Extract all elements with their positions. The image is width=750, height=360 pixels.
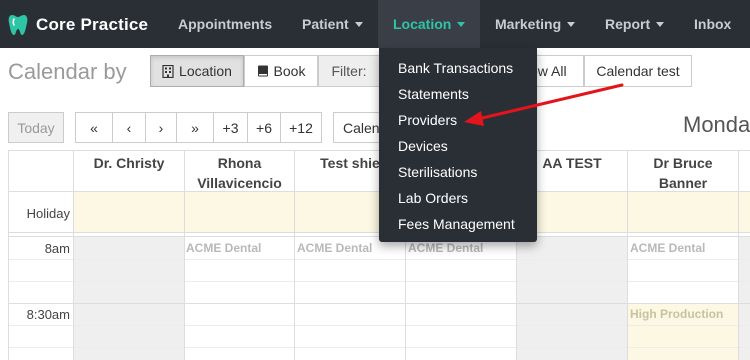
caret-down-icon (457, 21, 466, 27)
menu-item-statements[interactable]: Statements (379, 81, 537, 107)
caret-down-icon (567, 21, 576, 27)
day-title: Monda (683, 112, 750, 137)
menu-item-fees-management[interactable]: Fees Management (379, 211, 537, 237)
next-day-button[interactable]: › (145, 112, 177, 143)
menu-item-devices[interactable]: Devices (379, 133, 537, 159)
unavailable-column (738, 237, 750, 360)
page-title: Calendar by (8, 59, 127, 84)
appointment-block[interactable]: ACME Dental (186, 241, 261, 255)
appointment-block[interactable]: ACME Dental (630, 241, 705, 255)
caret-down-icon (354, 21, 363, 27)
nav-patient[interactable]: Patient (302, 0, 363, 48)
building-icon (162, 64, 174, 78)
location-view-button[interactable]: Location (150, 55, 244, 87)
calendar-test-button[interactable]: Calendar test (584, 55, 692, 87)
today-button[interactable]: Today (8, 112, 64, 143)
menu-item-lab-orders[interactable]: Lab Orders (379, 185, 537, 211)
plus-3-button[interactable]: +3 (213, 112, 248, 143)
caret-down-icon (656, 21, 665, 27)
plus-12-button[interactable]: +12 (280, 112, 322, 143)
nav-location[interactable]: Location (378, 0, 480, 48)
nav-report[interactable]: Report (605, 0, 665, 48)
filter-label: Filter: (318, 55, 380, 87)
location-dropdown-menu: Bank Transactions Statements Providers D… (379, 48, 537, 242)
plus-6-button[interactable]: +6 (247, 112, 281, 143)
brand[interactable]: Core Practice (8, 12, 148, 38)
column-header-dr-christy: Dr. Christy (93, 155, 165, 171)
production-label: High Production (630, 307, 724, 321)
nav-inbox[interactable]: Inbox (694, 0, 731, 48)
book-view-button[interactable]: Book (244, 55, 318, 87)
next-week-button[interactable]: » (176, 112, 214, 143)
top-navbar: Core Practice Appointments Patient Locat… (0, 0, 750, 48)
nav-marketing[interactable]: Marketing (495, 0, 576, 48)
column-header-rhona: Rhona Villavicencio (197, 155, 282, 191)
tooth-logo-icon (8, 15, 28, 35)
time-label-8am: 8am (44, 241, 70, 256)
column-header-dr-bruce-banner: Dr Bruce Banner (653, 155, 713, 191)
time-label-830am: 8:30am (26, 307, 70, 322)
appointment-block[interactable]: ACME Dental (408, 241, 483, 255)
holiday-label: Holiday (26, 206, 70, 221)
menu-item-bank-transactions[interactable]: Bank Transactions (379, 55, 537, 81)
prev-week-button[interactable]: « (75, 112, 113, 143)
book-icon (257, 65, 268, 76)
brand-name: Core Practice (36, 15, 149, 34)
unavailable-column (74, 237, 184, 360)
appointment-block[interactable]: ACME Dental (297, 241, 372, 255)
menu-item-providers[interactable]: Providers (379, 107, 537, 133)
unavailable-column (517, 237, 627, 360)
menu-item-sterilisations[interactable]: Sterilisations (379, 159, 537, 185)
nav-appointments[interactable]: Appointments (178, 0, 272, 48)
prev-day-button[interactable]: ‹ (112, 112, 146, 143)
